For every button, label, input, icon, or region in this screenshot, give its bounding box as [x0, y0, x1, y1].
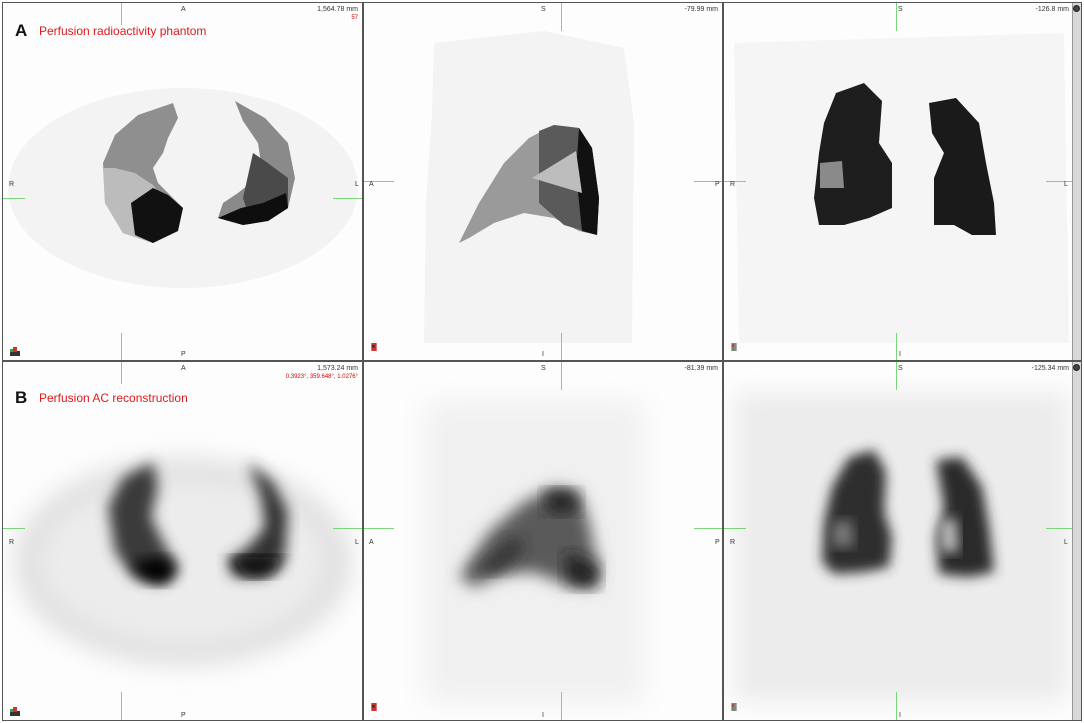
orientation-right-label: L — [355, 181, 359, 188]
crosshair-vertical — [561, 362, 562, 390]
reconstruction-coronal-image — [734, 392, 1069, 702]
orientation-bottom-label: P — [181, 712, 186, 719]
orientation-bottom-label: I — [899, 351, 901, 358]
orientation-cube-icon[interactable] — [730, 696, 738, 718]
panel-letter: A — [15, 21, 28, 40]
viewport-a-axial[interactable]: A P R L 1,564.78 mm 57 A Perfusion radio… — [2, 2, 363, 361]
orientation-top-label: S — [541, 6, 546, 13]
orientation-cube-icon[interactable] — [9, 705, 21, 717]
orientation-left-label: A — [369, 539, 374, 546]
orientation-right-label: P — [715, 181, 720, 188]
scroll-knob-icon[interactable] — [1073, 5, 1080, 12]
scrollbar[interactable] — [1072, 3, 1081, 360]
orientation-bottom-label: P — [181, 351, 186, 358]
slice-position-readout: -125.34 mm — [1031, 365, 1069, 372]
orientation-left-label: R — [730, 539, 736, 546]
orientation-cube-icon[interactable] — [730, 336, 738, 358]
crosshair-vertical — [121, 692, 122, 720]
slice-position-readout: 1,564.78 mm — [317, 6, 358, 13]
crosshair-horizontal — [724, 528, 746, 529]
crosshair-vertical — [896, 3, 897, 31]
crosshair-horizontal — [694, 528, 722, 529]
scrollbar[interactable] — [1072, 362, 1081, 720]
orientation-bottom-label: I — [899, 712, 901, 719]
orientation-cube-icon[interactable] — [9, 345, 21, 357]
crosshair-horizontal — [333, 528, 362, 529]
crosshair-horizontal — [3, 528, 25, 529]
viewport-b-coronal[interactable]: S I R L -125.34 mm — [723, 361, 1082, 721]
orientation-top-label: A — [181, 6, 186, 13]
crosshair-horizontal — [333, 198, 362, 199]
crosshair-vertical — [121, 362, 122, 384]
orientation-top-label: S — [541, 365, 546, 372]
viewport-a-coronal[interactable]: S I R L -126.8 mm — [723, 2, 1082, 361]
crosshair-vertical — [896, 333, 897, 360]
orientation-cube-icon[interactable] — [370, 336, 378, 358]
rotation-angles-readout: 0.3923°, 359.648°, 1.0276° — [285, 374, 358, 380]
crosshair-vertical — [561, 3, 562, 31]
panel-title: Perfusion radioactivity phantom — [39, 24, 207, 38]
viewer-grid: A P R L 1,564.78 mm 57 A Perfusion radio… — [0, 0, 1084, 723]
slice-position-readout: 1,573.24 mm — [317, 365, 358, 372]
orientation-right-label: L — [355, 539, 359, 546]
viewport-a-sagittal[interactable]: S I A P -79.99 mm — [363, 2, 723, 361]
orientation-right-label: P — [715, 539, 720, 546]
scroll-knob-icon[interactable] — [1073, 364, 1080, 371]
orientation-top-label: A — [181, 365, 186, 372]
phantom-axial-image — [8, 88, 358, 288]
phantom-sagittal-image — [424, 31, 634, 343]
orientation-right-label: L — [1064, 181, 1068, 188]
viewport-b-sagittal[interactable]: S I A P -81.39 mm — [363, 361, 723, 721]
slice-position-readout: -81.39 mm — [684, 365, 718, 372]
panel-letter: B — [15, 388, 28, 407]
orientation-left-label: R — [9, 181, 15, 188]
crosshair-vertical — [121, 333, 122, 360]
orientation-top-label: S — [898, 365, 903, 372]
orientation-left-label: R — [9, 539, 15, 546]
crosshair-horizontal — [364, 528, 394, 529]
crosshair-vertical — [121, 3, 122, 25]
viewport-b-axial[interactable]: A P R L 1,573.24 mm 0.3923°, 359.648°, 1… — [2, 361, 363, 721]
slice-position-readout: -79.99 mm — [684, 6, 718, 13]
crosshair-vertical — [561, 692, 562, 720]
phantom-coronal-image — [734, 33, 1069, 343]
reconstruction-axial-image — [18, 462, 348, 662]
crosshair-vertical — [896, 692, 897, 720]
panel-title: Perfusion AC reconstruction — [39, 391, 188, 405]
orientation-bottom-label: I — [542, 351, 544, 358]
slice-position-readout: -126.8 mm — [1035, 6, 1069, 13]
slice-number-readout: 57 — [351, 15, 358, 21]
orientation-left-label: A — [369, 181, 374, 188]
reconstruction-sagittal-image — [424, 402, 644, 702]
orientation-left-label: R — [730, 181, 736, 188]
crosshair-vertical — [561, 333, 562, 360]
crosshair-horizontal — [3, 198, 25, 199]
orientation-top-label: S — [898, 6, 903, 13]
crosshair-vertical — [896, 362, 897, 390]
orientation-bottom-label: I — [542, 712, 544, 719]
orientation-right-label: L — [1064, 539, 1068, 546]
orientation-cube-icon[interactable] — [370, 696, 378, 718]
